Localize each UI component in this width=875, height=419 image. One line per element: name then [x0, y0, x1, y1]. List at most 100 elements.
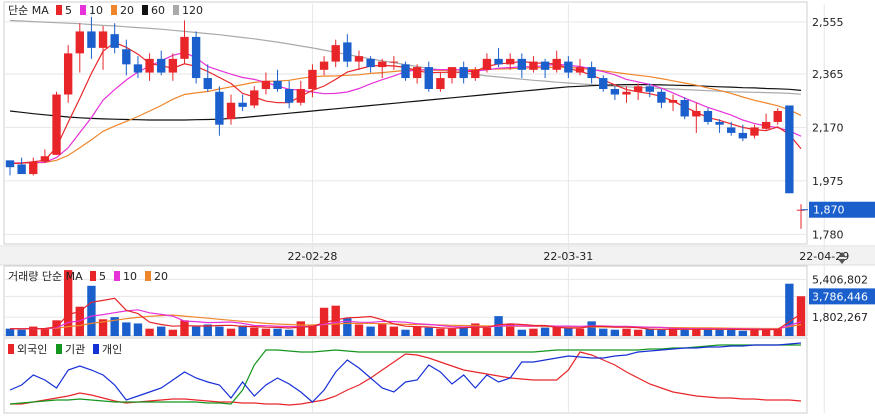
candle: [750, 124, 759, 139]
candle-body: [52, 94, 61, 155]
legend-label: 외국인: [17, 343, 47, 356]
candle: [424, 61, 433, 92]
candle-body: [261, 80, 271, 90]
candle: [727, 121, 736, 136]
candle: [773, 108, 782, 125]
candle-body: [5, 160, 15, 168]
candle: [680, 97, 689, 120]
candle-body: [727, 127, 736, 133]
candle: [703, 108, 713, 125]
candle: [296, 80, 305, 106]
volume-bar: [122, 322, 131, 336]
candle-body: [552, 58, 561, 70]
candle-body: [657, 91, 666, 103]
candle: [17, 157, 26, 175]
legend-label: 120: [182, 4, 203, 17]
volume-bar: [389, 326, 399, 336]
legend-label: 20: [154, 270, 168, 283]
volume-bar: [610, 329, 620, 336]
candle-body: [75, 31, 84, 54]
legend-label: 5: [65, 4, 72, 17]
volume-bar: [401, 329, 410, 336]
volume-bar: [529, 328, 538, 336]
volume-bar: [587, 321, 596, 336]
volume-bar: [87, 285, 96, 336]
candle-body: [63, 53, 73, 95]
volume-tick-label: 3,786,446: [812, 290, 868, 303]
candle-body: [133, 64, 143, 73]
candle-body: [157, 58, 166, 73]
candle: [250, 86, 259, 109]
candle-body: [343, 42, 352, 62]
candle-body: [587, 67, 596, 79]
legend-label: 60: [151, 4, 165, 17]
volume-bar: [180, 320, 189, 336]
volume-tick-label: 1,802,267: [812, 311, 868, 324]
candle-body: [250, 90, 259, 106]
candle-body: [378, 61, 387, 68]
volume-bar: [157, 326, 166, 336]
candle-body: [296, 89, 305, 103]
candle-body: [575, 67, 585, 73]
legend-label: 10: [123, 270, 137, 283]
volume-bar: [29, 326, 38, 336]
price-axis: 2,555 2,365 2,170 1,975 1,780 1,870: [801, 16, 875, 241]
candle-body: [564, 61, 573, 73]
candle-body: [703, 110, 713, 122]
candle: [168, 53, 178, 81]
candle: [796, 204, 806, 229]
candle: [261, 72, 271, 95]
candle-body: [517, 58, 527, 70]
candle: [215, 86, 224, 136]
volume-bar: [540, 327, 550, 336]
candle: [761, 113, 771, 131]
volume-bar: [17, 329, 26, 336]
candle-body: [401, 64, 410, 79]
volume-axis: 5,406,802 3,786,446 1,802,267: [809, 273, 875, 324]
candle: [494, 47, 503, 68]
price-tick-label: 2,170: [812, 121, 844, 134]
candle: [52, 91, 61, 155]
candle: [610, 86, 620, 100]
volume-legend: 거래량 단순 MA 5 10 20: [8, 270, 168, 283]
candle-body: [284, 89, 294, 103]
candle: [401, 61, 410, 81]
volume-bar: [5, 328, 15, 336]
volume-bar: [459, 327, 468, 336]
candle: [122, 39, 131, 76]
candle-body: [482, 58, 492, 70]
candle-body: [540, 61, 550, 70]
volume-bar: [657, 329, 666, 336]
candle: [29, 157, 38, 176]
volume-bar: [191, 326, 201, 336]
volume-bar: [215, 326, 224, 336]
candle: [633, 83, 643, 100]
candle: [273, 69, 282, 92]
candle-body: [191, 36, 201, 79]
volume-bar: [412, 326, 422, 336]
candle-body: [599, 78, 608, 90]
volume-bar: [645, 328, 654, 336]
volume-bar: [284, 329, 294, 336]
candle-body: [645, 86, 654, 92]
candle: [657, 89, 666, 109]
candle-body: [506, 58, 515, 65]
candle-body: [738, 132, 748, 139]
volume-bar: [738, 330, 748, 336]
legend-swatch: [173, 5, 179, 15]
volume-bar: [436, 328, 445, 336]
candle: [564, 56, 573, 79]
candle-body: [98, 31, 108, 48]
candle-body: [180, 36, 189, 59]
candle-body: [389, 61, 399, 63]
candle: [284, 80, 294, 109]
volume-bar: [715, 329, 724, 336]
candle: [412, 64, 422, 84]
date-band: [0, 247, 875, 265]
legend-swatch: [90, 271, 96, 281]
candle: [191, 31, 201, 84]
candle: [5, 160, 15, 176]
volume-bar: [622, 328, 631, 336]
candle-body: [459, 67, 468, 79]
volume-bar: [250, 327, 259, 336]
